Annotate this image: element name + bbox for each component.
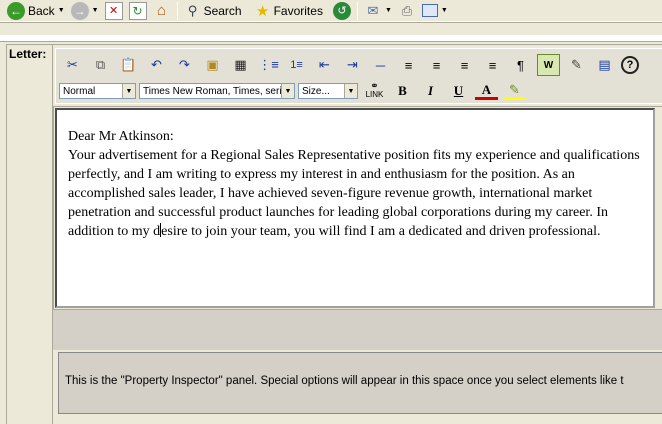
editor-toolbar: ✂ ⧉ 📋 ↶ ↷ ▣ ▦ ⋮≡ 1≡ ⇤ ⇥ ─ ≡ ≡ ≡ ≡ ¶ W ✎ … [55,48,662,104]
mail-button[interactable]: ✉ ▼ [361,1,395,21]
font-family-value: Times New Roman, Times, serif [143,85,283,97]
favorites-star-icon: ★ [255,2,270,20]
text-color-icon[interactable]: A [475,82,498,100]
font-family-select[interactable]: Times New Roman, Times, serif ▼ [139,83,295,99]
font-size-select[interactable]: Size... ▼ [298,83,358,99]
home-icon: ⌂ [157,2,167,19]
clean-word-icon[interactable]: ✎ [565,54,588,76]
property-inspector-panel: This is the "Property Inspector" panel. … [58,352,662,414]
history-icon: ↺ [332,1,351,20]
edit-page-icon [421,4,438,17]
paragraph-marks-icon[interactable]: ¶ [509,54,532,76]
link-label: LINK [365,90,384,99]
stop-button[interactable]: ✕ [102,1,126,21]
bold-icon[interactable]: B [391,81,414,101]
print-icon: ⎙ [401,2,413,18]
italic-icon[interactable]: I [419,81,442,101]
bulleted-list-icon[interactable]: ⋮≡ [257,54,280,76]
paragraph-format-select[interactable]: Normal ▼ [59,83,136,99]
align-right-icon[interactable]: ≡ [453,54,476,76]
outdent-icon[interactable]: ⇤ [313,54,336,76]
align-center-icon[interactable]: ≡ [425,54,448,76]
form-left-border [6,44,7,424]
editor-status-area [53,310,662,350]
undo-icon[interactable]: ↶ [145,54,168,76]
help-icon[interactable]: ? [621,56,639,74]
html-source-icon[interactable]: W [537,54,560,76]
forward-button[interactable]: → ▼ [68,1,102,21]
letter-greeting: Dear Mr Atkinson: [68,129,174,144]
edit-button[interactable]: ▼ [419,1,451,21]
editor-toolbar-row-1: ✂ ⧉ 📋 ↶ ↷ ▣ ▦ ⋮≡ 1≡ ⇤ ⇥ ─ ≡ ≡ ≡ ≡ ¶ W ✎ … [61,54,644,76]
print-button[interactable]: ⎙ [395,1,419,21]
back-arrow-icon: ← [7,1,25,20]
letter-label: Letter: [9,47,47,61]
toolbar-band-light [0,36,662,42]
back-button[interactable]: ← Back ▼ [4,1,68,21]
horizontal-rule-icon[interactable]: ─ [369,54,392,76]
letter-editor[interactable]: Dear Mr Atkinson: Your advertisement for… [55,108,655,308]
chevron-down-icon: ▼ [122,84,135,98]
refresh-button[interactable]: ↻ [126,1,150,21]
favorites-button[interactable]: ★ Favorites [251,1,326,21]
forward-dropdown-icon[interactable]: ▼ [92,7,99,14]
search-button[interactable]: ⚲ Search [181,1,245,21]
insert-image-icon[interactable]: ▣ [201,54,224,76]
history-button[interactable]: ↺ [330,1,354,21]
property-inspector-text: This is the "Property Inspector" panel. … [65,375,624,387]
browser-toolbar: ← Back ▼ → ▼ ✕ ↻ ⌂ ⚲ Search ★ Favorites … [0,0,662,22]
edit-dropdown-icon[interactable]: ▼ [441,7,448,14]
home-button[interactable]: ⌂ [150,1,174,21]
paragraph-format-value: Normal [63,85,96,97]
justify-icon[interactable]: ≡ [481,54,504,76]
favorites-label: Favorites [273,3,323,18]
back-dropdown-icon[interactable]: ▼ [58,7,65,14]
mail-dropdown-icon[interactable]: ▼ [385,7,392,14]
chevron-down-icon: ▼ [344,84,357,98]
stop-icon: ✕ [104,1,123,20]
indent-icon[interactable]: ⇥ [341,54,364,76]
numbered-list-icon[interactable]: 1≡ [285,54,308,76]
mail-icon: ✉ [367,2,379,18]
letter-document[interactable]: Dear Mr Atkinson: Your advertisement for… [68,127,648,241]
letter-body: Your advertisement for a Regional Sales … [68,146,648,241]
cut-icon[interactable]: ✂ [61,54,84,76]
toolbar-band [0,22,662,36]
toolbar-separator [176,1,178,20]
search-label: Search [203,3,242,18]
copy-icon[interactable]: ⧉ [89,54,112,76]
underline-icon[interactable]: U [447,81,470,101]
bottom-margin [53,418,662,424]
highlight-color-icon[interactable]: ✎ [503,82,526,100]
paste-icon[interactable]: 📋 [117,54,140,76]
redo-icon[interactable]: ↷ [173,54,196,76]
back-label: Back [28,3,55,18]
toolbar-separator [356,1,358,20]
font-size-value: Size... [302,85,330,97]
editor-toolbar-row-2: Normal ▼ Times New Roman, Times, serif ▼… [59,81,531,101]
search-icon: ⚲ [187,2,198,18]
letter-body-text-after-caret: esire to join your team, you will find I… [161,224,601,239]
forward-arrow-icon: → [70,1,89,20]
refresh-icon: ↻ [128,1,147,20]
insert-link-button[interactable]: ⚭ LINK [363,81,386,101]
chevron-down-icon: ▼ [281,84,294,98]
insert-table-icon[interactable]: ▦ [229,54,252,76]
document-properties-icon[interactable]: ▤ [593,54,616,76]
align-left-icon[interactable]: ≡ [397,54,420,76]
form-top-border [6,44,662,45]
